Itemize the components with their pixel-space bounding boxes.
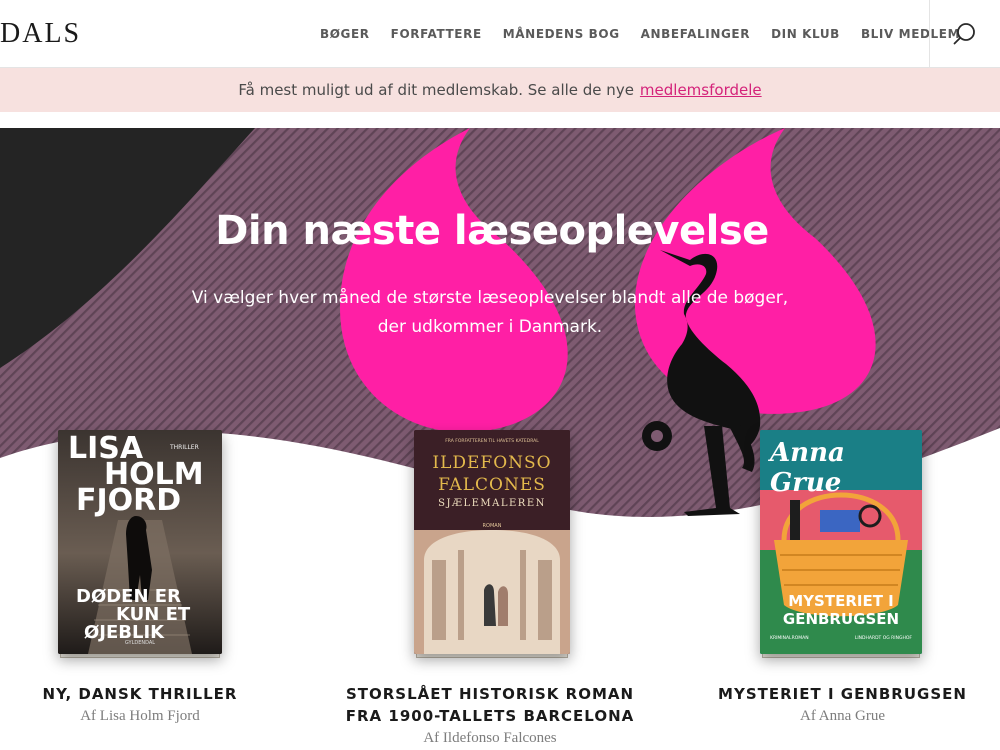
book-caption-title[interactable]: STORSLÅET HISTORISK ROMAN FRA 1900-TALLE… [330,683,650,727]
search-button[interactable] [929,0,1000,68]
nav-item-boger[interactable]: BØGER [320,27,370,41]
cover-author-name: LISA HOLM FJORD [68,431,204,518]
nav-item-forfattere[interactable]: FORFATTERE [391,27,482,41]
nav-item-anbefalinger[interactable]: ANBEFALINGER [641,27,750,41]
cover-book-title: SJÆLEMALEREN [438,498,546,509]
cover-subtag: ROMAN [482,523,502,529]
book-caption-3: MYSTERIET I GENBRUGSEN Af Anna Grue [710,683,975,725]
book-caption-author: Af Ildefonso Falcones [423,730,557,746]
promo-text: Få mest muligt ud af dit medlemskab. Se … [238,81,634,99]
nav-item-maanedens-bog[interactable]: MÅNEDENS BOG [503,27,620,41]
cover-tag: FRA FORFATTEREN TIL HAVETS KATEDRAL [445,439,539,444]
site-header: DALS BØGER FORFATTERE MÅNEDENS BOG ANBEF… [0,0,1000,68]
book-caption-title[interactable]: NY, DANSK THRILLER [20,683,260,705]
cover-author-name: Anna Grue [770,438,845,498]
book-caption-1: NY, DANSK THRILLER Af Lisa Holm Fjord [20,683,260,725]
main-nav: BØGER FORFATTERE MÅNEDENS BOG ANBEFALING… [320,0,981,68]
site-logo[interactable]: DALS [0,18,81,50]
promo-banner: Få mest muligt ud af dit medlemskab. Se … [0,68,1000,112]
book-card-3[interactable]: Anna Grue MYSTERIET I GENBRUGSEN KRIMINA… [760,430,924,662]
book-caption-author: Af Anna Grue [800,708,885,724]
hero-subtitle: Vi vælger hver måned de største læseople… [160,284,820,342]
hero-subtitle-line-2: der udkommer i Danmark. [377,317,603,337]
cover-footer: KRIMINALROMAN LINDHARDT OG RINGHOF [770,636,912,641]
nav-item-din-klub[interactable]: DIN KLUB [771,27,840,41]
hero-title: Din næste læseoplevelse [215,208,769,254]
book-card-2[interactable]: FRA FORFATTEREN TIL HAVETS KATEDRAL ILDE… [414,430,572,662]
book-card-1[interactable]: THRILLER LISA HOLM FJORD DØDEN ER KUN ET… [58,430,224,662]
book-caption-title[interactable]: MYSTERIET I GENBRUGSEN [710,683,975,705]
hero-subtitle-line-1: Vi vælger hver måned de største læseople… [191,288,789,308]
cover-book-title: MYSTERIET I GENBRUGSEN [782,592,900,628]
promo-link[interactable]: medlemsfordele [640,81,762,99]
book-cover-3: Anna Grue MYSTERIET I GENBRUGSEN KRIMINA… [760,430,922,654]
cover-book-title: DØDEN ER KUN ET ØJEBLIK [76,586,191,643]
search-icon [953,23,975,45]
cover-publisher: GYLDENDAL [124,640,156,646]
cover-author-name: ILDEFONSO FALCONES [432,453,552,495]
book-caption-2: STORSLÅET HISTORISK ROMAN FRA 1900-TALLE… [330,683,650,747]
book-caption-author: Af Lisa Holm Fjord [80,708,200,724]
book-cover-1: THRILLER LISA HOLM FJORD DØDEN ER KUN ET… [58,430,222,654]
book-cover-2: FRA FORFATTEREN TIL HAVETS KATEDRAL ILDE… [414,430,570,654]
